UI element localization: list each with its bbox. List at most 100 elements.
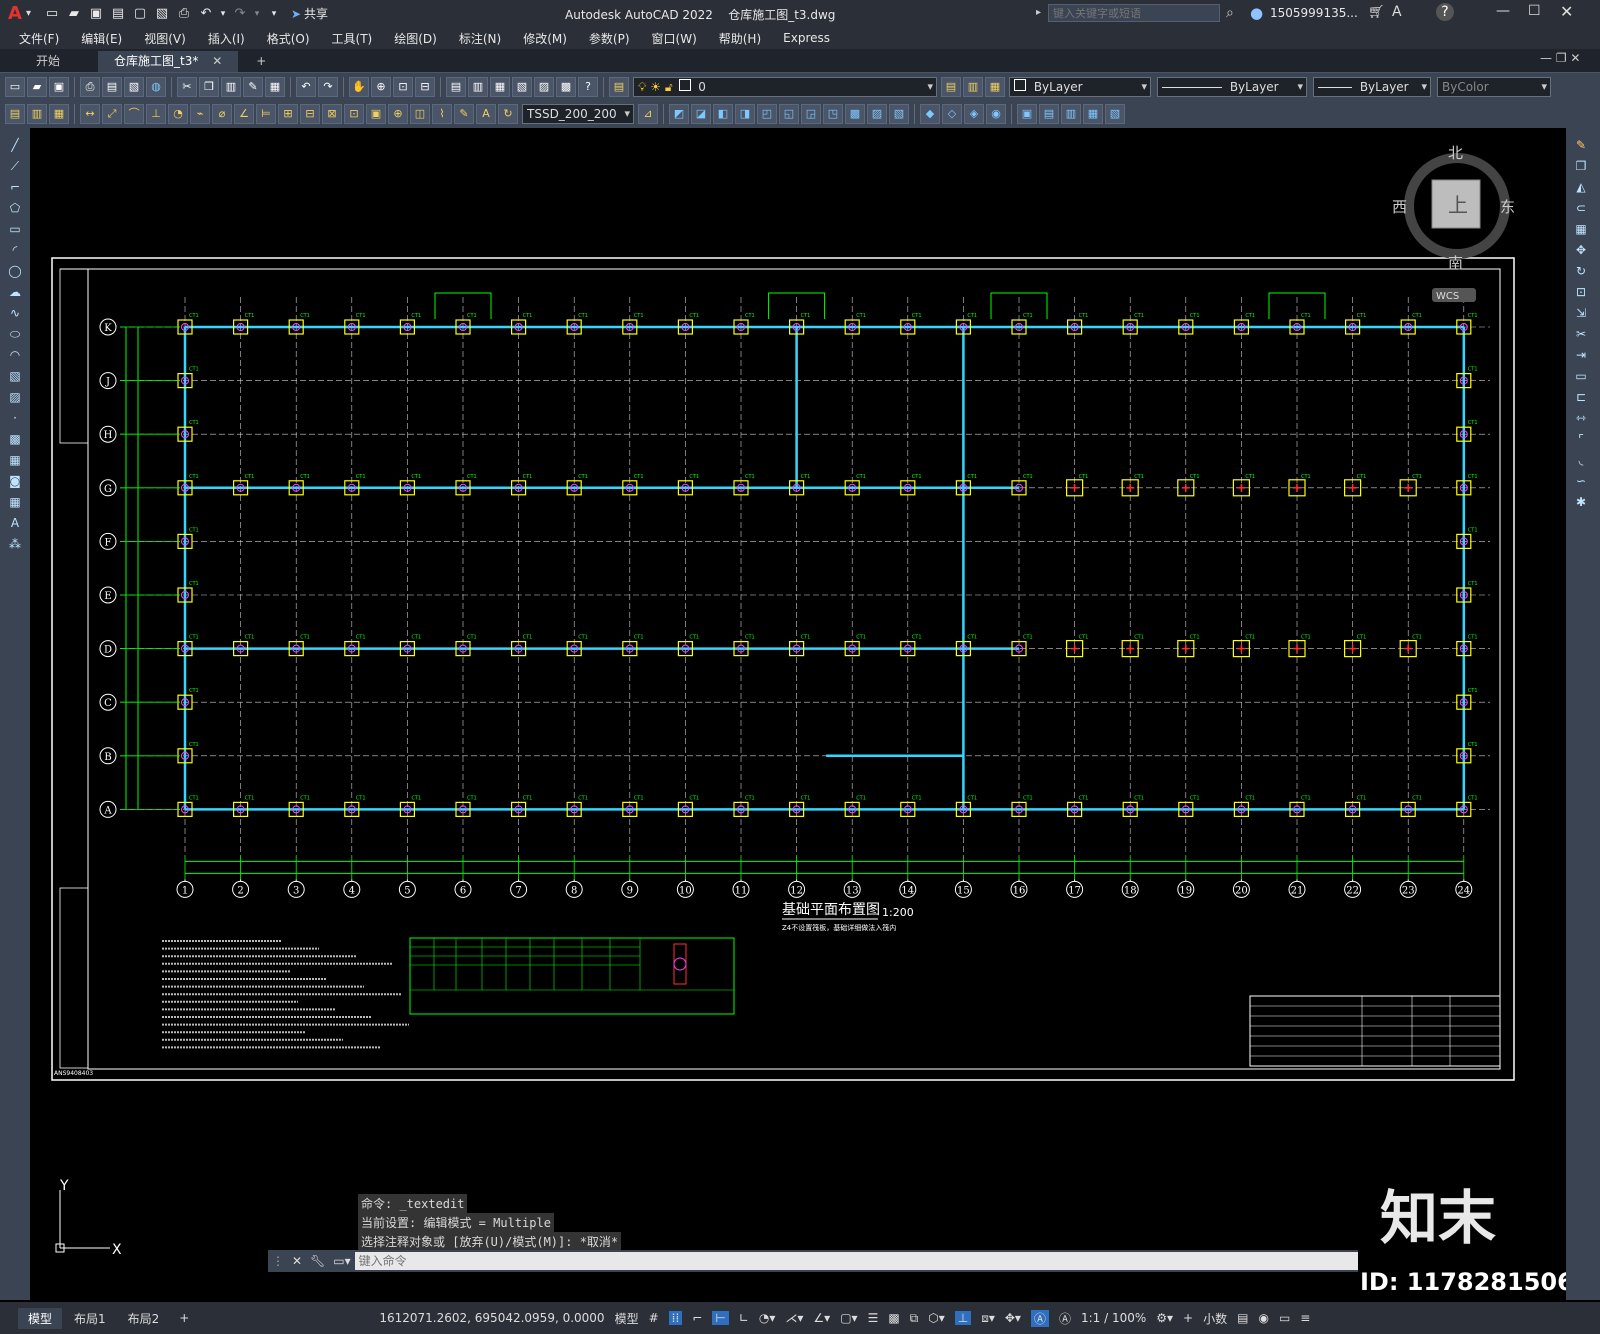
plot-toolbar-icon[interactable]: ⎙ xyxy=(80,76,100,97)
plot-icon[interactable]: ⎙ xyxy=(175,6,193,22)
command-customize-icon[interactable]: 🔧︎ xyxy=(310,1254,325,1268)
move-tool-icon[interactable]: ✥ xyxy=(1572,243,1590,257)
modify-tool-icon[interactable]: ▨ xyxy=(867,104,887,124)
menu-item[interactable]: 参数(P) xyxy=(589,30,630,47)
coordinates-readout[interactable]: 1612071.2602, 695042.0959, 0.0000 xyxy=(379,1311,604,1325)
extend-tool-icon[interactable]: ⇥ xyxy=(1572,348,1590,362)
radius-dim-icon[interactable]: ◔ xyxy=(168,104,188,124)
app-logo-icon[interactable]: A xyxy=(8,3,22,24)
solid-tool-icon[interactable]: ◈ xyxy=(964,104,984,124)
menu-item[interactable]: 编辑(E) xyxy=(81,30,122,47)
layer-previous-icon[interactable]: ▥ xyxy=(963,76,983,97)
dimstyle-manager-icon[interactable]: ⊿ xyxy=(638,104,658,124)
tolerance-icon[interactable]: ▣ xyxy=(366,104,386,124)
break-point-tool-icon[interactable]: ▭ xyxy=(1572,369,1590,383)
zoom-realtime-icon[interactable]: ⊕ xyxy=(371,76,391,97)
dim-update-icon[interactable]: ↻ xyxy=(498,104,518,124)
polar-icon[interactable]: ◔▾ xyxy=(759,1311,776,1325)
ellipse-tool-icon[interactable]: ⬭ xyxy=(6,327,24,341)
customize-qat-icon[interactable]: ▾ xyxy=(265,6,283,22)
menu-item[interactable]: 文件(F) xyxy=(19,30,59,47)
viewcube-west[interactable]: 西 xyxy=(1392,198,1407,216)
isodraft-icon[interactable]: ⋌▾ xyxy=(785,1311,803,1325)
preview-icon[interactable]: ▤ xyxy=(102,76,122,97)
new-tab-button[interactable]: + xyxy=(240,51,282,72)
lineweight-icon[interactable]: ☰ xyxy=(868,1311,879,1325)
redo-toolbar-icon[interactable]: ↷ xyxy=(318,76,338,97)
selection-filter-icon[interactable]: ⧈▾ xyxy=(981,1311,995,1326)
autodesk-app-icon[interactable]: A xyxy=(1392,4,1402,20)
modify-tool-icon[interactable]: ▧ xyxy=(889,104,909,124)
polygon-tool-icon[interactable]: ⬠ xyxy=(6,201,24,215)
drawing-canvas[interactable]: ANS9408403 CT1 CT1 CT1 CT1 CT1 CT1 CT1 CT1 CT1 CT… xyxy=(30,128,1566,1302)
save-toolbar-icon[interactable]: ▣ xyxy=(49,76,69,97)
break-tool-icon[interactable]: ⊏ xyxy=(1572,390,1590,404)
undo-toolbar-icon[interactable]: ↶ xyxy=(296,76,316,97)
stretch-tool-icon[interactable]: ⇲ xyxy=(1572,306,1590,320)
solid-tool-icon[interactable]: ▣ xyxy=(1017,104,1037,124)
modify-tool-icon[interactable]: ◰ xyxy=(757,104,777,124)
add-layout-button[interactable]: + xyxy=(179,1311,189,1325)
construction-line-icon[interactable]: ⟋ xyxy=(6,159,24,173)
viewcube-east[interactable]: 东 xyxy=(1500,198,1515,216)
dim-tool-icon[interactable]: ▤ xyxy=(5,104,25,124)
search-expand-icon[interactable]: ▸ xyxy=(1036,7,1041,18)
modify-tool-icon[interactable]: ◧ xyxy=(713,104,733,124)
open-icon[interactable]: ▰ xyxy=(27,76,47,97)
osnap-tracking-icon[interactable]: ∠▾ xyxy=(813,1311,830,1325)
viewcube[interactable]: 上 北 南 东 西 WCS xyxy=(1392,144,1515,302)
restore-doc-icon[interactable]: — ❐ ✕ xyxy=(1540,51,1580,65)
clean-screen-icon[interactable]: ▭ xyxy=(1279,1311,1290,1325)
solid-tool-icon[interactable]: ▤ xyxy=(1039,104,1059,124)
menu-item[interactable]: 窗口(W) xyxy=(652,30,697,47)
annotation-autoscale-icon[interactable]: Ⓐ xyxy=(1059,1310,1071,1327)
ortho-icon[interactable]: ∟ xyxy=(739,1311,749,1325)
center-mark-icon[interactable]: ⊕ xyxy=(388,104,408,124)
fillet-tool-icon[interactable]: ◟ xyxy=(1572,453,1590,467)
offset-tool-icon[interactable]: ⊂ xyxy=(1572,201,1590,215)
polyline-tool-icon[interactable]: ⌐ xyxy=(6,180,24,194)
trim-tool-icon[interactable]: ✂ xyxy=(1572,327,1590,341)
infer-constraints-icon[interactable]: ⌐ xyxy=(692,1311,702,1325)
command-prompt-icon[interactable]: ▭▾ xyxy=(333,1254,350,1268)
annotation-monitor-icon[interactable]: + xyxy=(1183,1311,1193,1325)
hatch-tool-icon[interactable]: ▩ xyxy=(6,432,24,446)
layout-tab[interactable]: 布局2 xyxy=(118,1308,170,1329)
diameter-dim-icon[interactable]: ⌀ xyxy=(212,104,232,124)
layout-tab[interactable]: 模型 xyxy=(18,1307,63,1329)
layer-thaw-icon[interactable]: ☀ xyxy=(650,80,661,94)
zoom-previous-icon[interactable]: ⊟ xyxy=(415,76,435,97)
modify-tool-icon[interactable]: ◳ xyxy=(823,104,843,124)
inspect-icon[interactable]: ◫ xyxy=(410,104,430,124)
layer-properties-icon[interactable]: ▤ xyxy=(609,76,629,97)
dim-tool-icon[interactable]: ▦ xyxy=(49,104,69,124)
menu-item[interactable]: 修改(M) xyxy=(523,30,567,47)
color-combo[interactable]: ByLayer xyxy=(1009,76,1151,97)
table-tool-icon[interactable]: ▦ xyxy=(6,495,24,509)
zoom-window-icon[interactable]: ⊡ xyxy=(393,76,413,97)
menu-item[interactable]: 视图(V) xyxy=(144,30,186,47)
quickcalc-icon[interactable]: ▩ xyxy=(556,76,576,97)
add-selected-icon[interactable]: ⁂ xyxy=(6,537,24,551)
menu-item[interactable]: 插入(I) xyxy=(208,30,245,47)
save-as-icon[interactable]: ▤ xyxy=(109,6,127,22)
plotstyle-combo[interactable]: ByColor xyxy=(1437,76,1551,97)
solid-tool-icon[interactable]: ▦ xyxy=(1083,104,1103,124)
3dosnap-icon[interactable]: ⬡▾ xyxy=(928,1311,945,1325)
units-dropdown[interactable]: 小数 xyxy=(1203,1310,1227,1327)
layer-state-icon[interactable]: ▦ xyxy=(985,76,1005,97)
paste-icon[interactable]: ▥ xyxy=(221,76,241,97)
help-toolbar-icon[interactable]: ? xyxy=(578,76,598,97)
circle-tool-icon[interactable]: ◯ xyxy=(6,264,24,278)
maximize-icon[interactable]: ☐ xyxy=(1528,3,1541,19)
minimize-icon[interactable]: — xyxy=(1496,3,1510,19)
spline-tool-icon[interactable]: ∿ xyxy=(6,306,24,320)
ordinate-dim-icon[interactable]: ⊥ xyxy=(146,104,166,124)
array-tool-icon[interactable]: ▦ xyxy=(1572,222,1590,236)
menu-item[interactable]: Express xyxy=(783,31,830,45)
annotation-visibility-icon[interactable]: Ⓐ xyxy=(1030,1309,1049,1327)
toolpalettes-icon[interactable]: ▦ xyxy=(490,76,510,97)
save-web-icon[interactable]: ▧ xyxy=(153,6,171,22)
lineweight-combo[interactable]: ByLayer xyxy=(1313,76,1431,97)
command-close-icon[interactable]: ✕ xyxy=(292,1254,302,1268)
